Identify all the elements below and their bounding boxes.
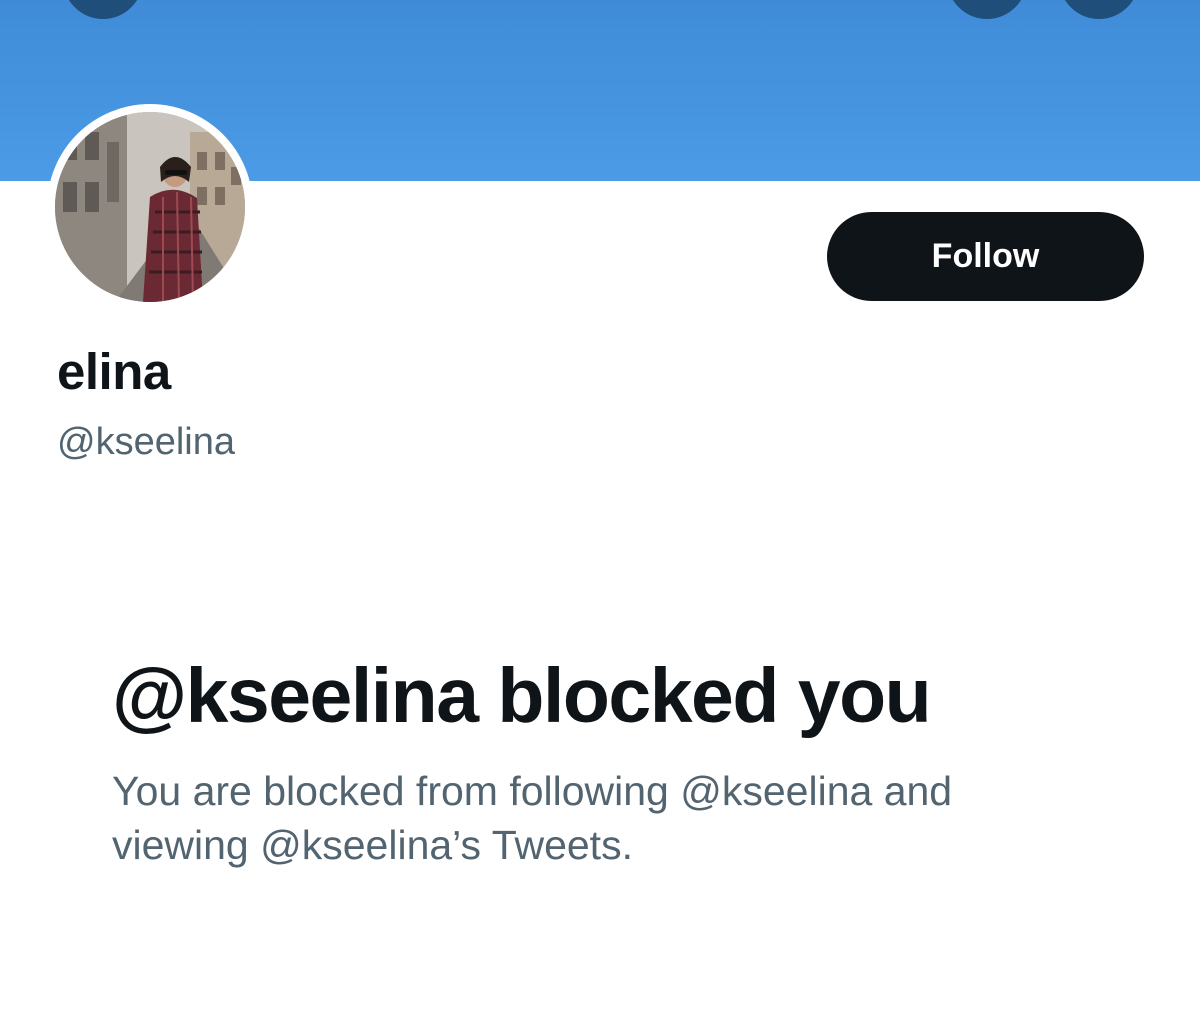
follow-button[interactable]: Follow xyxy=(827,212,1144,301)
user-handle: @kseelina xyxy=(57,421,235,463)
blocked-description: You are blocked from following @kseelina… xyxy=(112,768,953,868)
back-button[interactable]: ← xyxy=(63,0,143,19)
profile-page: ← ⚲ ⋯ xyxy=(0,0,1200,1019)
blocked-title: @kseelina blocked you xyxy=(112,653,932,739)
avatar[interactable] xyxy=(55,112,245,302)
more-button[interactable]: ⋯ xyxy=(1059,0,1139,19)
avatar-ring xyxy=(47,104,253,310)
search-button[interactable]: ⚲ xyxy=(947,0,1027,19)
display-name: elina xyxy=(57,343,171,400)
